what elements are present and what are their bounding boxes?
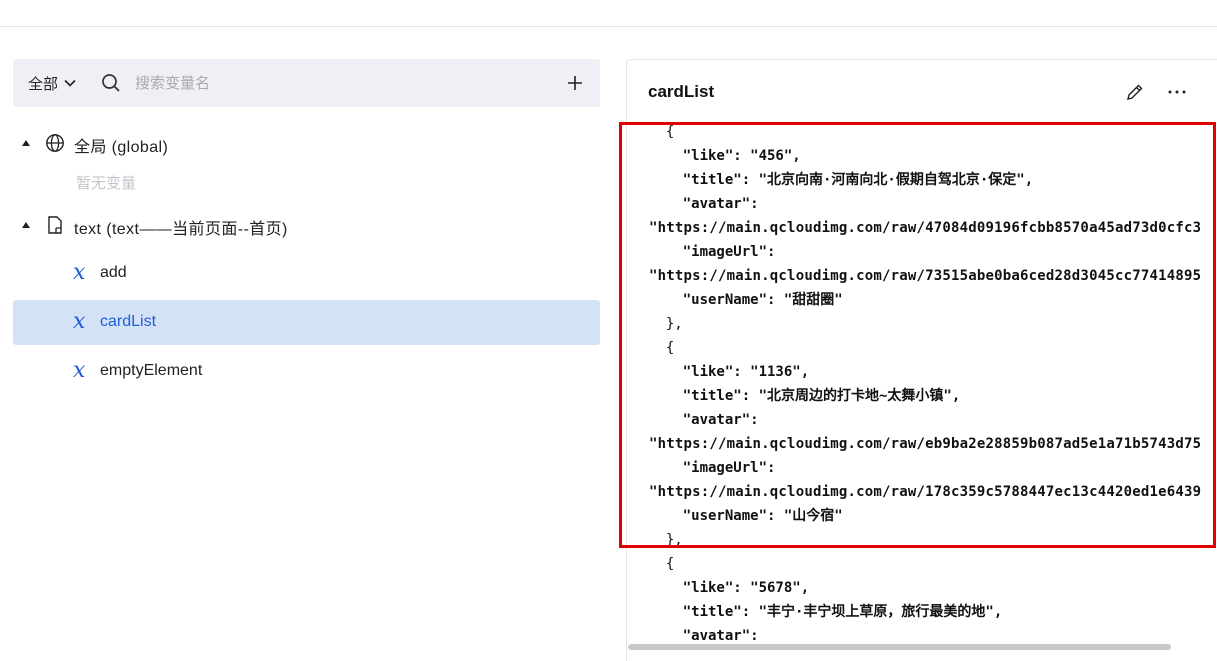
caret-expanded-icon[interactable] bbox=[21, 220, 31, 230]
variable-item-emptyelement[interactable]: 𝑥 emptyElement bbox=[13, 349, 600, 394]
code-line: "userName": "山今宿" bbox=[649, 508, 843, 524]
code-line: "userName": "甜甜圈" bbox=[649, 292, 843, 308]
add-variable-button[interactable] bbox=[564, 72, 586, 94]
code-line: { bbox=[649, 340, 675, 356]
edit-button[interactable] bbox=[1125, 82, 1145, 107]
code-line: }, bbox=[649, 316, 683, 332]
page-group-label: text (text——当前页面--首页) bbox=[74, 221, 288, 238]
variables-panel: 全部 全局 (global) 暂无变量 tex bbox=[13, 59, 600, 383]
tree-group-global[interactable]: 全局 (global) bbox=[13, 125, 600, 161]
variables-toolbar: 全部 bbox=[13, 59, 600, 107]
code-line: "like": "1136", bbox=[649, 364, 810, 380]
variable-x-icon: 𝑥 bbox=[73, 309, 86, 334]
variable-x-icon: 𝑥 bbox=[73, 260, 86, 285]
detail-title: cardList bbox=[648, 82, 715, 101]
variable-name: cardList bbox=[100, 313, 157, 330]
variable-item-add[interactable]: 𝑥 add bbox=[13, 251, 600, 296]
horizontal-scrollbar[interactable] bbox=[628, 644, 1171, 650]
chevron-down-icon bbox=[64, 79, 76, 87]
search-input[interactable] bbox=[135, 74, 516, 92]
code-line: "https://main.qcloudimg.com/raw/47084d09… bbox=[649, 220, 1202, 236]
caret-expanded-icon[interactable] bbox=[21, 138, 31, 148]
code-line: }, bbox=[649, 532, 683, 548]
more-dots-icon bbox=[1168, 90, 1186, 94]
tree-group-page[interactable]: text (text——当前页面--首页) bbox=[13, 207, 600, 243]
pencil-icon bbox=[1127, 84, 1143, 100]
code-line: "https://main.qcloudimg.com/raw/178c359c… bbox=[649, 484, 1202, 500]
global-group-label: 全局 (global) bbox=[74, 139, 169, 156]
code-line: { bbox=[649, 556, 675, 572]
scope-label: 全部 bbox=[28, 75, 59, 93]
code-line: "avatar": bbox=[649, 196, 759, 212]
code-line: "title": "北京周边的打卡地~太舞小镇", bbox=[649, 388, 961, 404]
code-line: { bbox=[649, 124, 675, 140]
variable-tree: 全局 (global) 暂无变量 text (text——当前页面--首页) 𝑥… bbox=[13, 125, 600, 398]
code-line: "https://main.qcloudimg.com/raw/eb9ba2e2… bbox=[649, 436, 1202, 452]
search-icon bbox=[101, 73, 121, 93]
variable-x-icon: 𝑥 bbox=[73, 358, 86, 383]
code-line: "like": "5678", bbox=[649, 580, 810, 596]
code-line: "imageUrl": bbox=[649, 460, 776, 476]
code-line: "https://main.qcloudimg.com/raw/73515abe… bbox=[649, 268, 1202, 284]
plus-icon bbox=[568, 76, 582, 90]
code-line: "title": "丰宁·丰宁坝上草原，旅行最美的地", bbox=[649, 604, 1003, 620]
scope-dropdown[interactable]: 全部 bbox=[28, 73, 77, 94]
code-line: "avatar": bbox=[649, 412, 759, 428]
code-line: "like": "456", bbox=[649, 148, 801, 164]
variable-name: emptyElement bbox=[100, 362, 203, 379]
json-code-view[interactable]: { "like": "456", "title": "北京向南·河南向北·假期自… bbox=[649, 120, 1217, 648]
variable-detail-panel: cardList { "like": "456", "title": "北京向南… bbox=[626, 59, 1217, 661]
top-divider bbox=[0, 26, 1217, 27]
globe-icon bbox=[46, 134, 64, 152]
page-icon bbox=[48, 216, 62, 234]
empty-variables-text: 暂无变量 bbox=[76, 175, 137, 192]
code-line: "title": "北京向南·河南向北·假期自驾北京·保定", bbox=[649, 172, 1034, 188]
variable-name: add bbox=[100, 264, 127, 281]
code-line: "imageUrl": bbox=[649, 244, 776, 260]
more-button[interactable] bbox=[1167, 82, 1187, 107]
variable-item-cardlist[interactable]: 𝑥 cardList bbox=[13, 300, 600, 345]
